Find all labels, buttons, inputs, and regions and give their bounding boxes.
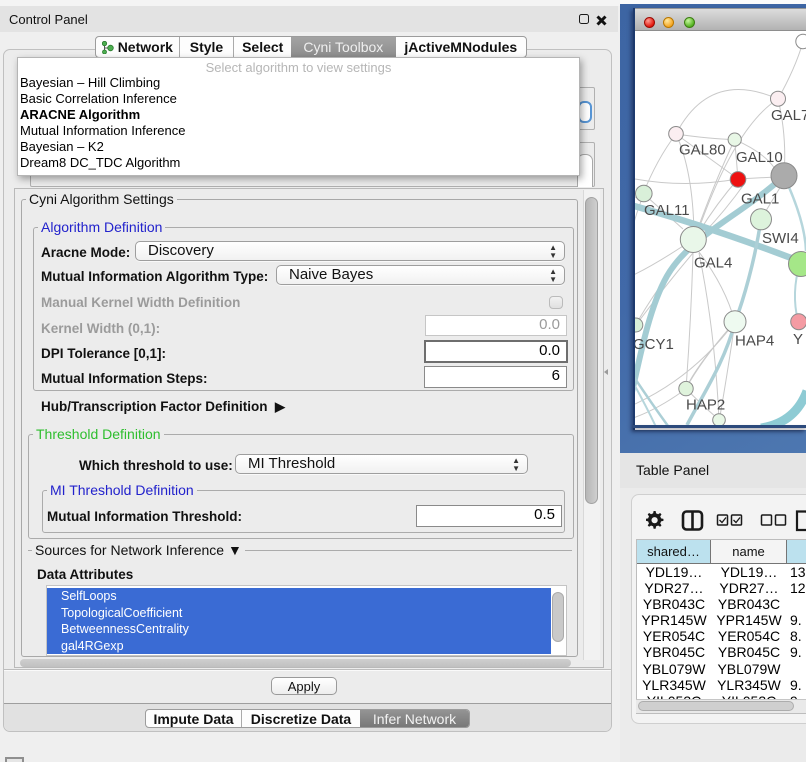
svg-text:GAL4: GAL4 (694, 255, 732, 272)
svg-text:GCY1: GCY1 (635, 336, 674, 353)
svg-text:HAP2: HAP2 (686, 397, 725, 414)
svg-text:HAP4: HAP4 (735, 333, 774, 350)
svg-text:Y: Y (793, 331, 803, 348)
svg-text:SWI4: SWI4 (762, 230, 799, 247)
svg-text:GAL7: GAL7 (771, 107, 806, 124)
svg-text:GAL11: GAL11 (644, 202, 690, 219)
svg-text:GAL80: GAL80 (679, 142, 726, 159)
svg-text:GAL10: GAL10 (736, 149, 783, 166)
svg-text:GAL1: GAL1 (741, 191, 779, 208)
